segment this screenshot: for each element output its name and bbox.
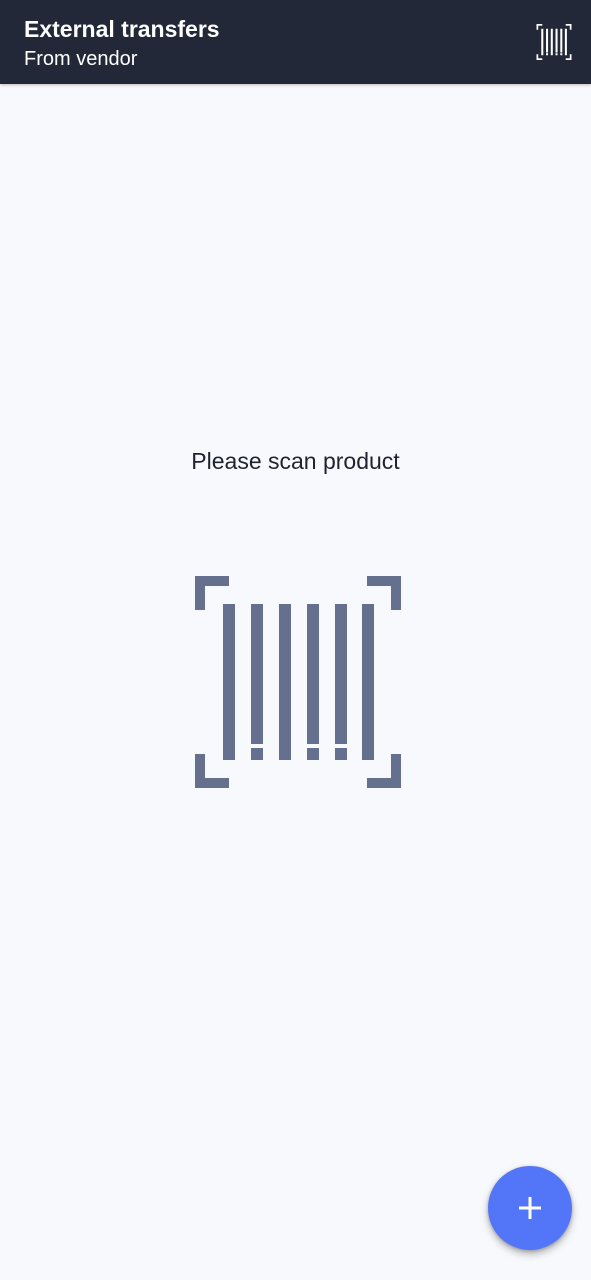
page-subtitle: From vendor: [24, 48, 138, 70]
plus-icon: [519, 1197, 541, 1219]
app-screen: External transfers From vendor Please sc…: [0, 0, 591, 1280]
app-bar: External transfers From vendor: [0, 0, 591, 84]
add-button[interactable]: [488, 1166, 572, 1250]
scan-barcode-button[interactable]: [532, 20, 576, 64]
barcode-scan-icon: [536, 24, 572, 60]
page-title: External transfers: [24, 16, 220, 42]
barcode-scan-icon: [195, 576, 401, 788]
scan-prompt: Please scan product: [191, 448, 400, 474]
